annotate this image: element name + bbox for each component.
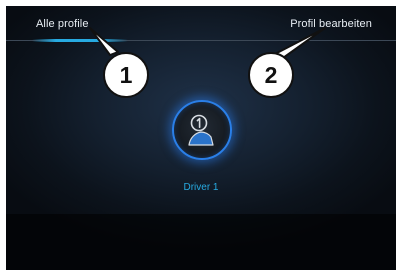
profile-name-label: Driver 1 xyxy=(183,182,219,193)
callout-2-marker: 2 xyxy=(248,52,294,98)
profile-screen: Alle profile Profil bearbeiten Driver 1 xyxy=(6,6,396,270)
callout-1-marker: 1 xyxy=(103,52,149,98)
tab-bar: Alle profile Profil bearbeiten xyxy=(6,6,396,42)
tab-edit-profile[interactable]: Profil bearbeiten xyxy=(290,18,372,30)
driver-silhouette-icon xyxy=(188,114,214,146)
profile-driver-1[interactable]: Driver 1 xyxy=(168,96,234,216)
profile-avatar[interactable] xyxy=(172,100,232,160)
tab-all-profiles[interactable]: Alle profile xyxy=(36,18,89,30)
active-tab-indicator xyxy=(32,39,128,42)
bottom-panel xyxy=(6,214,396,270)
